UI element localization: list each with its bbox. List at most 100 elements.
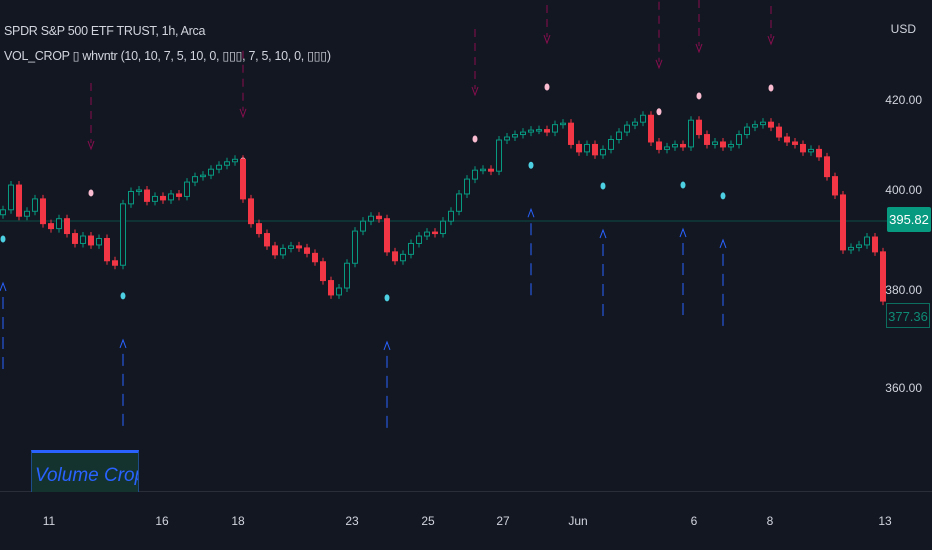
candle-body <box>352 230 358 264</box>
candle-body <box>856 244 862 248</box>
candle-body <box>64 218 70 235</box>
candle-body <box>864 236 870 246</box>
candle-body <box>792 141 798 145</box>
candle-body <box>280 247 286 256</box>
candle-body <box>656 141 662 150</box>
candle-body <box>152 195 158 202</box>
candle-body <box>504 136 510 141</box>
sell-signal-dot <box>544 83 550 91</box>
candle-body <box>248 198 254 225</box>
candle-body <box>296 245 302 249</box>
candle-body <box>136 189 142 192</box>
candle-body <box>168 193 174 201</box>
candle-body <box>216 164 222 170</box>
candle-body <box>632 121 638 126</box>
candle-body <box>648 114 654 143</box>
candles-layer <box>0 111 886 306</box>
x-tick-label: 23 <box>345 514 359 528</box>
candle-body <box>144 189 150 202</box>
candle-body <box>840 194 846 251</box>
candle-body <box>432 231 438 235</box>
candle-body <box>336 287 342 296</box>
candle-body <box>808 148 814 153</box>
buy-signal-dot <box>720 192 726 200</box>
candle-body <box>0 209 6 216</box>
buy-arrow-icon <box>383 340 391 351</box>
sell-signal-dot <box>656 108 662 116</box>
candle-body <box>88 235 94 246</box>
candle-body <box>328 280 334 296</box>
sell-signal-dot <box>472 135 478 143</box>
candle-body <box>344 262 350 289</box>
candle-body <box>480 168 486 172</box>
candle-body <box>368 215 374 222</box>
candle-body <box>688 119 694 148</box>
candle-body <box>112 260 118 266</box>
candle-body <box>760 121 766 126</box>
sell-signal-dot <box>768 84 774 92</box>
candle-body <box>104 238 110 262</box>
candle-body <box>488 168 494 172</box>
candle-body <box>664 146 670 150</box>
candle-body <box>80 235 86 244</box>
symbol-title[interactable]: SPDR S&P 500 ETF TRUST, 1h, Arca <box>4 24 205 38</box>
candle-body <box>240 158 246 200</box>
candle-body <box>376 215 382 220</box>
candle-body <box>816 148 822 158</box>
x-tick-label: 16 <box>155 514 169 528</box>
candle-body <box>728 143 734 148</box>
indicator-legend[interactable]: VOL_CROP ▯ whvntr (10, 10, 7, 5, 10, 0, … <box>4 48 331 63</box>
price-chart[interactable] <box>0 0 932 550</box>
buy-arrow-icon <box>119 338 127 349</box>
x-tick-label: 18 <box>231 514 245 528</box>
candle-body <box>824 156 830 178</box>
candle-body <box>600 148 606 156</box>
candle-body <box>832 176 838 196</box>
candle-body <box>440 220 446 235</box>
candle-body <box>184 181 190 197</box>
x-tick-label: 27 <box>496 514 510 528</box>
candle-body <box>624 124 630 133</box>
candle-body <box>424 231 430 237</box>
candle-body <box>288 245 294 249</box>
candle-body <box>752 124 758 128</box>
y-tick-label: 400.00 <box>885 183 922 197</box>
candle-body <box>472 169 478 180</box>
candle-body <box>720 141 726 148</box>
currency-label: USD <box>890 22 916 36</box>
candle-body <box>616 131 622 140</box>
candle-body <box>584 143 590 153</box>
candle-body <box>160 195 166 201</box>
candle-body <box>496 139 502 172</box>
candle-body <box>8 184 14 211</box>
buy-arrow-icon <box>599 228 607 239</box>
candle-body <box>544 129 550 133</box>
candle-body <box>776 126 782 138</box>
candle-body <box>872 236 878 253</box>
candle-body <box>848 246 854 251</box>
candle-body <box>736 134 742 145</box>
candle-body <box>568 122 574 145</box>
candle-body <box>416 235 422 244</box>
buy-signal-dot <box>600 182 606 190</box>
buy-signal-dot <box>528 161 534 169</box>
candle-body <box>640 114 646 123</box>
candle-body <box>704 134 710 145</box>
candle-body <box>576 143 582 153</box>
candle-body <box>72 233 78 244</box>
candle-body <box>528 129 534 133</box>
candle-body <box>712 141 718 145</box>
candle-body <box>680 143 686 148</box>
y-tick-label: 360.00 <box>885 381 922 395</box>
candle-body <box>96 238 102 246</box>
candle-body <box>520 131 526 136</box>
buy-arrow-icon <box>719 238 727 249</box>
candle-body <box>128 190 134 205</box>
candle-body <box>552 124 558 133</box>
candle-body <box>768 121 774 128</box>
candle-body <box>224 161 230 166</box>
candle-body <box>176 193 182 197</box>
candle-body <box>272 245 278 256</box>
candle-body <box>536 129 542 132</box>
candle-body <box>232 158 238 163</box>
